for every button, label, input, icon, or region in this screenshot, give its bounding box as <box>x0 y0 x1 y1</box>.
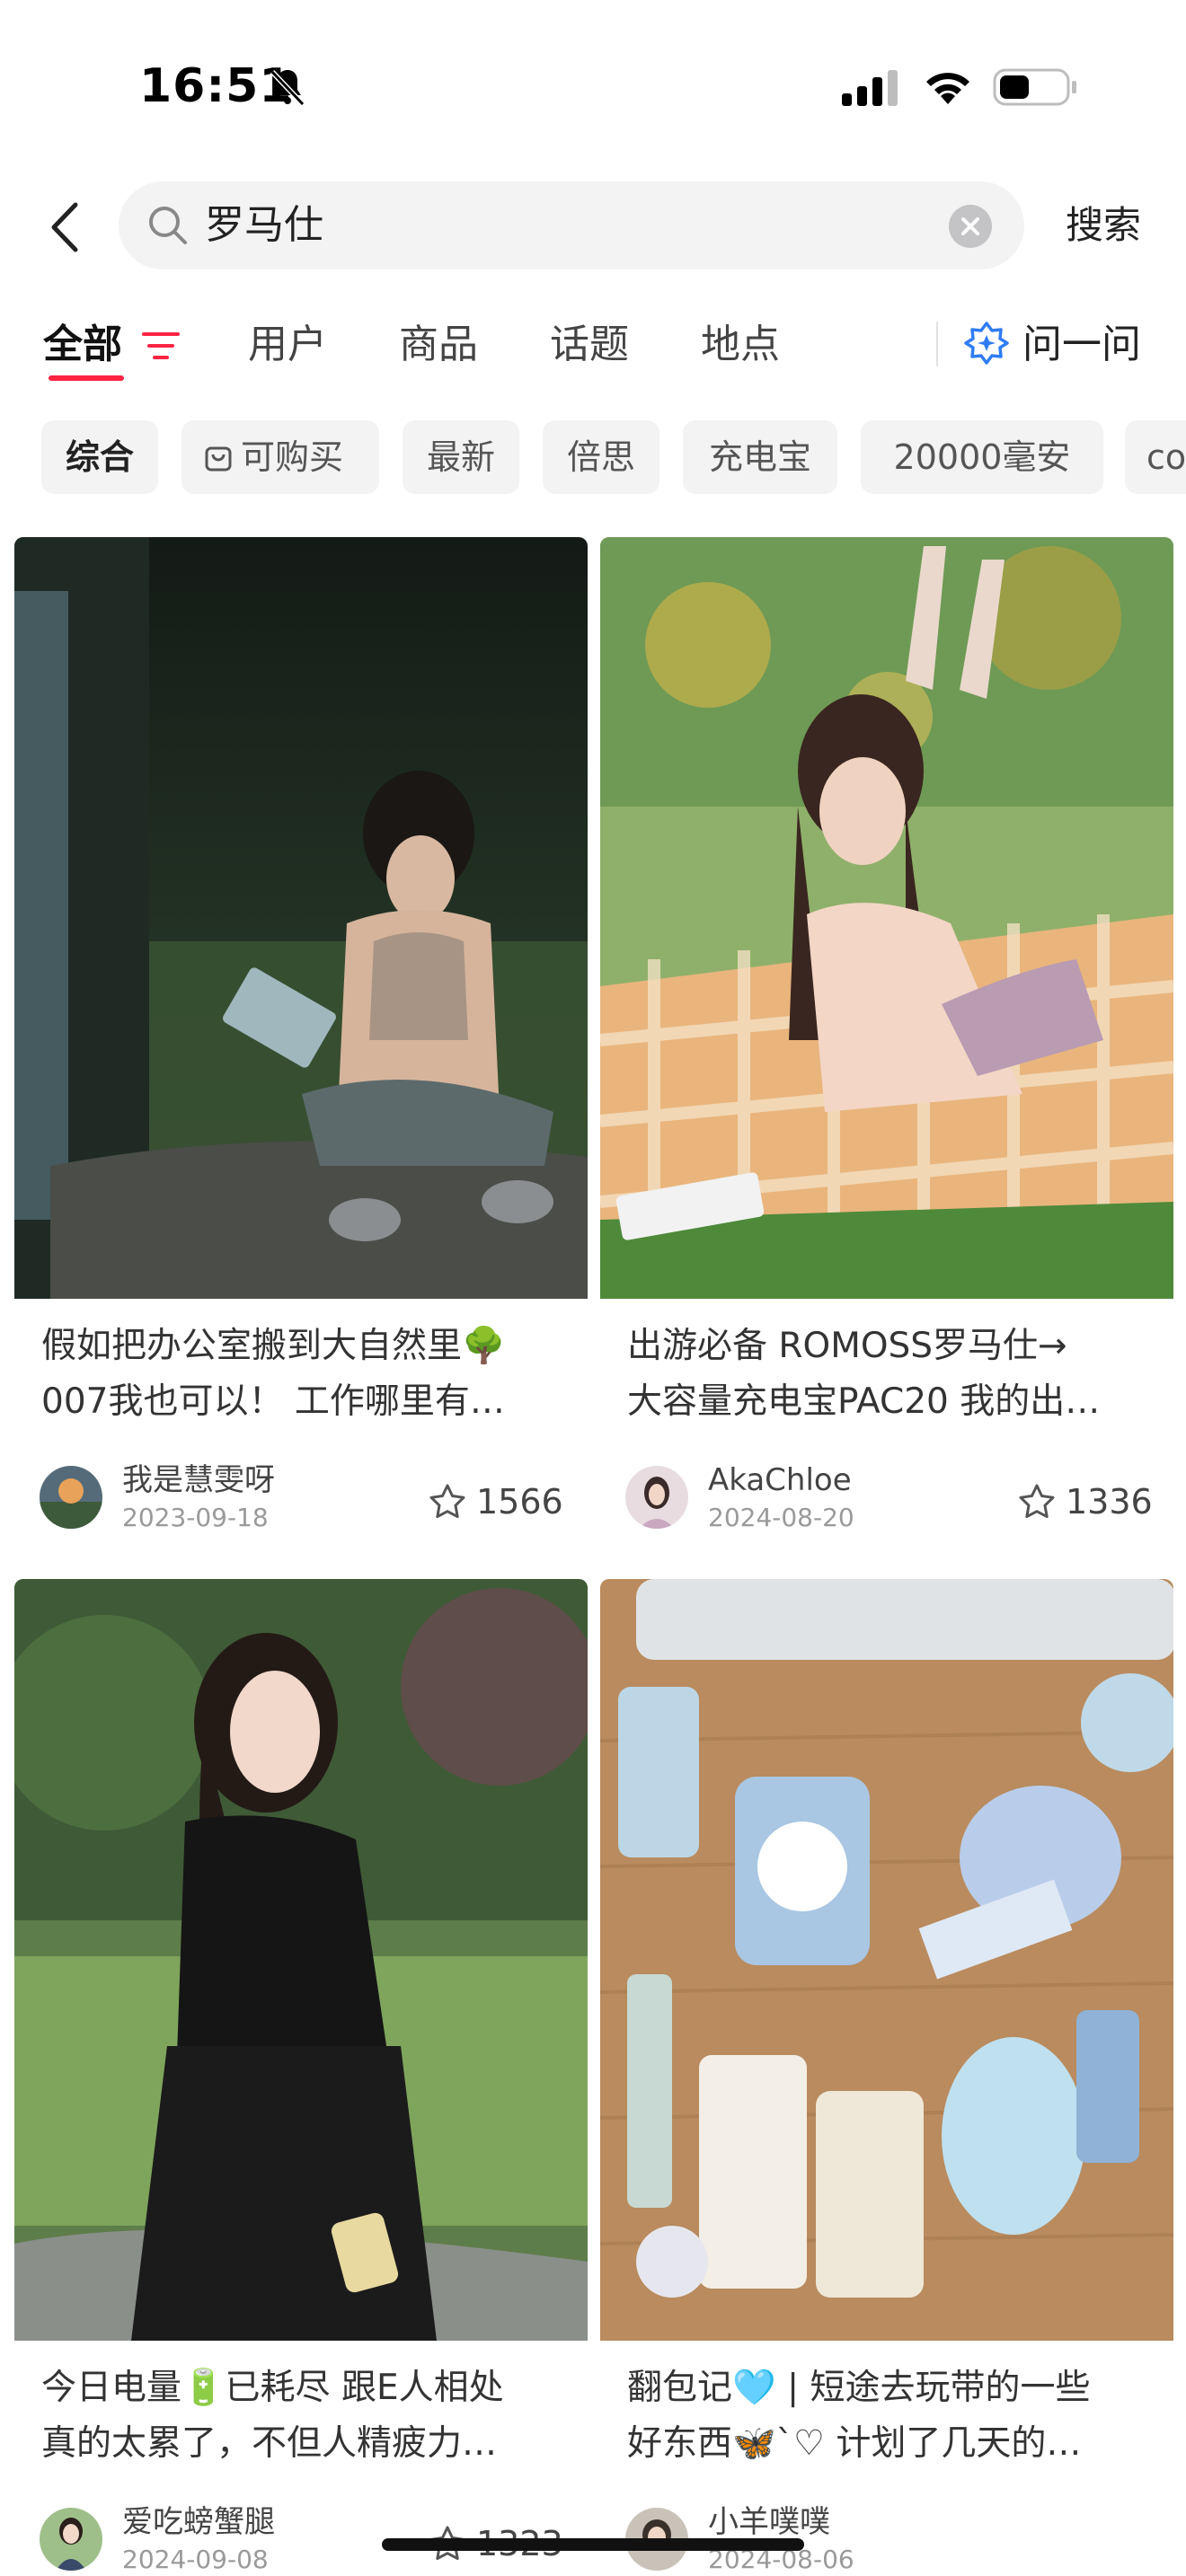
ask-button[interactable]: 问一问 <box>1022 316 1141 374</box>
note-card[interactable]: 假如把办公室搬到大自然里🌳 007我也可以！ 工作哪里有… 我是慧雯呀 2023… <box>14 537 588 1565</box>
chip-label: 倍思 <box>566 437 635 477</box>
search-input[interactable]: 罗马仕 <box>119 181 1024 269</box>
active-tab-indicator <box>49 375 124 381</box>
tab-products[interactable]: 商品 <box>399 316 478 374</box>
author-name[interactable]: 我是慧雯呀 <box>122 1462 275 1498</box>
like-count: 1336 <box>1066 1482 1153 1522</box>
author-name[interactable]: 小羊噗噗 <box>708 2504 830 2540</box>
tab-users[interactable]: 用户 <box>248 316 327 374</box>
chip-label: 可购买 <box>241 437 344 477</box>
note-cover-image <box>600 1579 1173 2341</box>
note-title-line: 翻包记🩵 | 短途去玩带的一些 <box>627 2368 1091 2408</box>
author-name[interactable]: 爱吃螃蟹腿 <box>122 2504 275 2540</box>
chip-co[interactable]: co <box>1125 420 1186 494</box>
note-title-line: 出游必备 ROMOSS罗马仕→ <box>627 1326 1067 1366</box>
note-card[interactable]: 出游必备 ROMOSS罗马仕→ 大容量充电宝PAC20 我的出… AkaChlo… <box>600 537 1173 1565</box>
cellular-signal-icon <box>842 70 898 106</box>
chip-label: 20000毫安 <box>893 437 1071 477</box>
chip-latest[interactable]: 最新 <box>403 420 519 494</box>
home-indicator[interactable] <box>382 2538 804 2551</box>
tab-all[interactable]: 全部 <box>43 316 122 374</box>
chip-purchasable[interactable]: 可购买 <box>181 420 379 494</box>
avatar[interactable] <box>40 1466 102 1529</box>
battery-icon <box>993 68 1076 106</box>
note-title-line: 真的太累了，不但人精疲力… <box>41 2423 498 2464</box>
search-icon <box>149 207 187 244</box>
tab-divider <box>936 322 938 366</box>
filter-icon[interactable] <box>142 331 180 361</box>
post-date: 2024-08-20 <box>708 1503 854 1532</box>
tab-places[interactable]: 地点 <box>701 316 780 374</box>
status-bar: 16:51 <box>0 0 1186 171</box>
back-arrow-icon[interactable] <box>43 196 88 259</box>
search-button[interactable]: 搜索 <box>1066 201 1141 250</box>
shopping-bag-icon <box>205 446 232 472</box>
note-cover-image <box>14 1579 588 2341</box>
chip-label: co <box>1146 437 1186 477</box>
filter-chips: 综合 可购买 最新 倍思 充电宝 20000毫安 co <box>0 420 1186 496</box>
ask-star-icon[interactable] <box>963 320 1010 366</box>
tab-topics[interactable]: 话题 <box>550 316 629 374</box>
chip-baseus[interactable]: 倍思 <box>543 420 659 494</box>
bell-muted-icon <box>270 69 305 107</box>
note-title: 出游必备 ROMOSS罗马仕→ 大容量充电宝PAC20 我的出… <box>627 1319 1157 1430</box>
post-date: 2023-09-18 <box>122 1503 269 1532</box>
like-count: 1566 <box>476 1482 563 1522</box>
clear-icon[interactable] <box>949 205 992 248</box>
search-query[interactable]: 罗马仕 <box>205 201 323 250</box>
note-title-line: 今日电量🔋已耗尽 跟E人相处 <box>41 2368 504 2408</box>
note-title-line: 好东西🦋`♡ 计划了几天的… <box>627 2423 1082 2464</box>
note-card[interactable]: 翻包记🩵 | 短途去玩带的一些 好东西🦋`♡ 计划了几天的… 小羊噗噗 2024… <box>600 1579 1173 2576</box>
post-date: 2024-09-08 <box>122 2545 269 2574</box>
note-card[interactable]: 今日电量🔋已耗尽 跟E人相处 真的太累了，不但人精疲力… 爱吃螃蟹腿 2024-… <box>14 1579 588 2576</box>
note-cover-image <box>600 537 1173 1299</box>
avatar[interactable] <box>625 1466 688 1529</box>
note-title-line: 007我也可以！ 工作哪里有… <box>41 1381 505 1422</box>
star-icon[interactable] <box>1017 1482 1057 1522</box>
chip-power-bank[interactable]: 充电宝 <box>683 420 837 494</box>
note-title: 翻包记🩵 | 短途去玩带的一些 好东西🦋`♡ 计划了几天的… <box>627 2360 1157 2472</box>
author-name[interactable]: AkaChloe <box>708 1462 852 1498</box>
wifi-icon <box>926 73 969 104</box>
chip-label: 充电宝 <box>708 437 811 477</box>
note-title: 今日电量🔋已耗尽 跟E人相处 真的太累了，不但人精疲力… <box>41 2360 571 2472</box>
note-cover-image <box>14 537 588 1299</box>
chip-label: 最新 <box>426 437 495 477</box>
avatar[interactable] <box>40 2508 102 2571</box>
chip-label: 综合 <box>65 437 134 477</box>
star-icon[interactable] <box>428 1482 467 1522</box>
chip-comprehensive[interactable]: 综合 <box>41 420 158 494</box>
note-title: 假如把办公室搬到大自然里🌳 007我也可以！ 工作哪里有… <box>41 1319 571 1430</box>
note-title-line: 假如把办公室搬到大自然里🌳 <box>41 1326 506 1366</box>
chip-20000mah[interactable]: 20000毫安 <box>861 420 1103 494</box>
note-title-line: 大容量充电宝PAC20 我的出… <box>627 1381 1101 1422</box>
